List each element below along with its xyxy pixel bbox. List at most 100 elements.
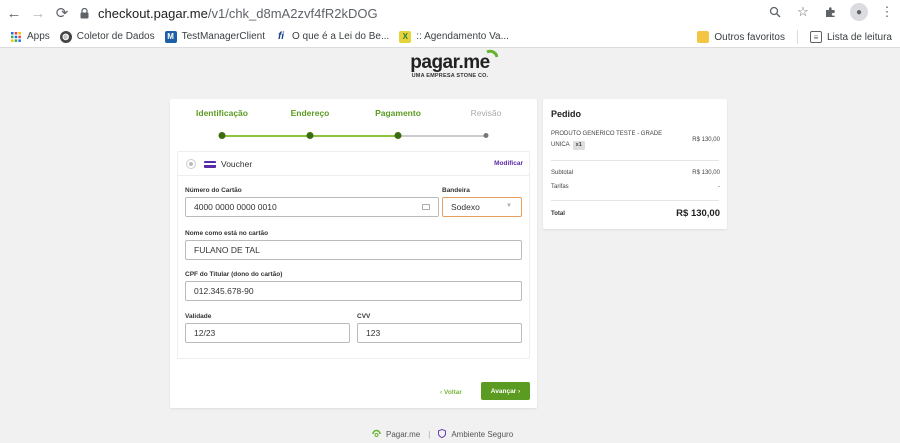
url-path: /v1/chk_d8mA2zvf4fR2kDOG bbox=[207, 5, 378, 21]
footer-divider: | bbox=[428, 430, 431, 439]
back-arrow-icon[interactable]: ← bbox=[4, 3, 24, 23]
payment-radio[interactable] bbox=[186, 159, 196, 169]
divider bbox=[551, 160, 719, 161]
bookmark-apps[interactable]: Apps bbox=[10, 31, 50, 43]
back-link[interactable]: ‹ Voltar bbox=[440, 389, 462, 396]
bookmark-testmanager[interactable]: M TestManagerClient bbox=[164, 30, 265, 43]
footer: Pagar.me | Ambiente Seguro bbox=[372, 429, 513, 440]
bookmark-label: TestManagerClient bbox=[181, 31, 265, 42]
payment-method-label: Voucher bbox=[221, 159, 253, 169]
bookmark-agendamento[interactable]: X :: Agendamento Va... bbox=[399, 30, 509, 43]
subtotal-value: R$ 130,00 bbox=[692, 170, 720, 176]
bookmark-label: Lista de leitura bbox=[826, 31, 892, 43]
subtotal-label: Subtotal bbox=[551, 170, 574, 176]
divider bbox=[551, 200, 719, 201]
step-pagamento: Pagamento bbox=[375, 108, 421, 118]
reading-list-icon: ≡ bbox=[809, 31, 822, 43]
extensions-puzzle-icon[interactable] bbox=[822, 3, 840, 21]
bookmark-coletor[interactable]: ◍ Coletor de Dados bbox=[59, 30, 155, 43]
bookmark-label: Apps bbox=[27, 31, 50, 42]
logo-wordmark: pagar.me bbox=[410, 49, 498, 74]
fees-value: - bbox=[718, 184, 720, 190]
footer-secure-text: Ambiente Seguro bbox=[451, 430, 514, 439]
step-dot bbox=[483, 133, 489, 138]
progress-line-pending bbox=[398, 135, 486, 137]
url-host: checkout.pagar.me bbox=[98, 5, 208, 21]
modify-link[interactable]: Modificar bbox=[494, 160, 523, 167]
agendamento-icon: X bbox=[399, 30, 412, 43]
product-name-line1: PRODUTO GENERICO TESTE - GRADE bbox=[551, 131, 663, 137]
summary-title: Pedido bbox=[551, 109, 582, 119]
address-bar[interactable]: checkout.pagar.me/v1/chk_d8mA2zvf4fR2kDO… bbox=[78, 3, 818, 23]
cpf-value: 012.345.678-90 bbox=[194, 286, 254, 296]
logo-text: pagar.me bbox=[410, 52, 490, 73]
validity-value: 12/23 bbox=[194, 328, 216, 338]
bookmark-label: Coletor de Dados bbox=[76, 31, 155, 42]
payment-form: Voucher Modificar Número do Cartão 4000 … bbox=[177, 151, 530, 359]
brand-value: Sodexo bbox=[451, 202, 480, 212]
step-dot bbox=[306, 132, 314, 139]
product-price: R$ 130,00 bbox=[692, 137, 720, 143]
bookmark-lista-de-leitura[interactable]: ≡ Lista de leitura bbox=[809, 31, 892, 43]
card-outline-icon bbox=[422, 204, 430, 210]
credit-card-icon bbox=[204, 161, 216, 168]
bookmark-lei-do-bem[interactable]: fi O que é a Lei do Be... bbox=[275, 31, 389, 43]
payment-method-row: Voucher Modificar bbox=[178, 152, 529, 176]
zoom-icon[interactable] bbox=[766, 3, 784, 21]
cpf-input[interactable]: 012.345.678-90 bbox=[185, 281, 522, 301]
bookmark-label: O que é a Lei do Be... bbox=[292, 31, 390, 42]
step-endereco[interactable]: Endereço bbox=[291, 108, 330, 118]
validity-input[interactable]: 12/23 bbox=[185, 323, 350, 343]
progress-steps: Identificação Endereço Pagamento Revisão bbox=[170, 108, 537, 139]
apps-grid-icon bbox=[10, 31, 22, 43]
total-value: R$ 130,00 bbox=[676, 208, 720, 219]
checkout-card: Identificação Endereço Pagamento Revisão… bbox=[170, 99, 537, 408]
pagarme-logo: pagar.me UMA EMPRESA STONE CO. bbox=[400, 49, 500, 79]
step-identificacao[interactable]: Identificação bbox=[196, 108, 248, 118]
divider bbox=[796, 30, 798, 44]
chevron-down-icon: ▼ bbox=[506, 203, 512, 209]
product-item: PRODUTO GENERICO TESTE - GRADE UNICA x1 bbox=[551, 129, 671, 151]
step-revisao: Revisão bbox=[470, 108, 502, 118]
card-number-value: 4000 0000 0000 0010 bbox=[194, 202, 277, 212]
folder-icon bbox=[697, 31, 710, 43]
validity-label: Validade bbox=[185, 313, 212, 320]
cvv-input[interactable]: 123 bbox=[357, 323, 522, 343]
card-number-label: Número do Cartão bbox=[185, 187, 242, 194]
globe-icon: ◍ bbox=[59, 30, 72, 43]
forward-arrow-icon[interactable]: → bbox=[28, 3, 48, 23]
fi-icon: fi bbox=[277, 31, 285, 42]
cardholder-name-input[interactable]: FULANO DE TAL bbox=[185, 240, 522, 260]
bookmark-outros-favoritos[interactable]: Outros favoritos bbox=[697, 31, 785, 43]
bookmark-star-icon[interactable]: ☆ bbox=[794, 3, 812, 21]
logo-arc-icon bbox=[486, 49, 498, 58]
card-number-input[interactable]: 4000 0000 0000 0010 bbox=[185, 197, 439, 217]
brand-label: Bandeira bbox=[442, 187, 470, 194]
shield-icon bbox=[438, 429, 447, 440]
bookmark-label: Outros favoritos bbox=[714, 31, 785, 43]
profile-avatar-icon[interactable]: ● bbox=[850, 3, 868, 21]
order-summary: Pedido PRODUTO GENERICO TESTE - GRADE UN… bbox=[543, 99, 727, 229]
menu-kebab-icon[interactable]: ⋮ bbox=[878, 3, 896, 21]
name-label: Nome como está no cartão bbox=[185, 230, 269, 237]
pagarme-small-logo-icon bbox=[372, 429, 381, 440]
fees-label: Tarifas bbox=[551, 184, 569, 190]
cvv-value: 123 bbox=[366, 328, 381, 338]
m-icon: M bbox=[164, 30, 177, 43]
reload-icon[interactable]: ⟳ bbox=[52, 3, 72, 23]
total-label: Total bbox=[551, 211, 565, 217]
lock-icon bbox=[78, 7, 90, 19]
cvv-label: CVV bbox=[357, 313, 371, 320]
step-dot bbox=[394, 132, 402, 139]
footer-brand: Pagar.me bbox=[386, 430, 421, 439]
step-dot bbox=[218, 132, 226, 139]
cardholder-name-value: FULANO DE TAL bbox=[194, 245, 260, 255]
bookmarks-bar: Apps ◍ Coletor de Dados M TestManagerCli… bbox=[0, 26, 900, 48]
product-name-line2: UNICA bbox=[551, 142, 570, 148]
bookmark-label: :: Agendamento Va... bbox=[416, 31, 509, 42]
brand-select[interactable]: Sodexo ▼ bbox=[442, 197, 522, 217]
browser-toolbar: ← → ⟳ checkout.pagar.me/v1/chk_d8mA2zvf4… bbox=[0, 0, 900, 26]
cpf-label: CPF do Titular (dono do cartão) bbox=[185, 271, 283, 278]
quantity-badge: x1 bbox=[572, 141, 585, 150]
next-button[interactable]: Avançar › bbox=[481, 382, 530, 400]
